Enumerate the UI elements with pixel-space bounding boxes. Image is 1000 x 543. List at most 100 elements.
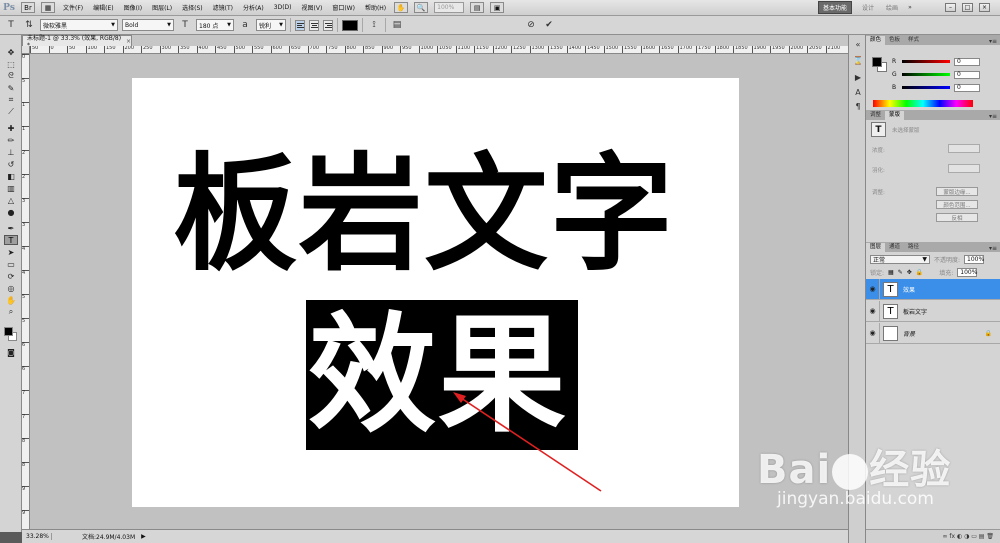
hand-icon[interactable]: ✋ <box>394 2 409 13</box>
font-style-select[interactable]: Bold ▼ <box>122 19 174 31</box>
eyedropper-tool-icon[interactable]: ⟋ <box>4 107 18 117</box>
fill-field[interactable]: 100% <box>957 267 977 277</box>
menu-help[interactable]: 帮助(H) <box>360 3 391 12</box>
color-spectrum-bar[interactable] <box>873 100 973 107</box>
zoom-tool-icon[interactable]: 🔍 <box>414 2 429 13</box>
color-range-button[interactable]: 颜色范围... <box>936 200 978 209</box>
lock-all-icon[interactable]: 🔒 <box>916 269 923 276</box>
vertical-ruler[interactable]: 0 5 1 1 2 2 3 3 4 4 5 5 6 6 7 7 8 8 9 9 <box>22 54 30 529</box>
tab-swatches[interactable]: 色板 <box>885 36 904 45</box>
workspace-more-button[interactable]: » <box>905 1 915 14</box>
lock-pixels-icon[interactable]: ✎ <box>898 269 903 276</box>
lasso-tool-icon[interactable]: ᘓ <box>4 71 18 81</box>
zoom-readout[interactable]: 33.28% <box>26 533 52 540</box>
cancel-edits-icon[interactable]: ⊘ <box>524 19 538 32</box>
layer-footer-actions[interactable]: ∞ fx ◐ ◑ ▭ ▤ 🗑 <box>942 533 994 540</box>
dock-collapse-icon[interactable]: « <box>852 39 864 50</box>
marquee-tool-icon[interactable]: ⬚ <box>4 59 18 69</box>
layer-row-background[interactable]: ◉ 背景 🔒 <box>866 322 1000 344</box>
type-tool-preset-icon[interactable]: T <box>4 19 18 32</box>
lock-position-icon[interactable]: ✥ <box>907 269 912 276</box>
effect-text-layer[interactable]: 效果 <box>308 306 568 446</box>
effect-text-highlight[interactable]: 效果 <box>306 300 578 450</box>
warp-text-icon[interactable]: ⟟ <box>367 19 381 32</box>
3d-camera-icon[interactable]: ◎ <box>4 283 18 293</box>
close-icon[interactable]: × <box>126 38 131 45</box>
document-tab[interactable]: 未标题-1 @ 33.3% (效果, RGB/8) * × <box>22 35 132 49</box>
opacity-field[interactable]: 100% <box>964 254 984 264</box>
path-select-icon[interactable]: ➤ <box>4 247 18 257</box>
crop-tool-icon[interactable]: ⌗ <box>4 95 18 105</box>
pen-tool-icon[interactable]: ✒ <box>4 223 18 233</box>
type-tool-icon[interactable]: T <box>4 235 18 245</box>
eye-icon[interactable]: ◉ <box>866 322 880 344</box>
blue-slider[interactable] <box>902 86 950 89</box>
minibridge-icon[interactable]: ▦ <box>41 2 55 13</box>
workspace-paint-button[interactable]: 绘画 <box>882 1 902 14</box>
actions-panel-icon[interactable]: ▶ <box>852 72 864 83</box>
green-value-field[interactable]: 0 <box>954 70 980 79</box>
arrange-docs-icon[interactable]: ▤ <box>470 2 485 13</box>
tab-styles[interactable]: 样式 <box>904 36 923 45</box>
zoom-level-field[interactable]: 100% <box>434 2 465 13</box>
menu-filter[interactable]: 滤镜(T) <box>208 3 238 12</box>
history-panel-icon[interactable]: ⌛ <box>852 55 864 66</box>
lock-transparent-icon[interactable]: ▦ <box>888 269 894 276</box>
shape-tool-icon[interactable]: ▭ <box>4 259 18 269</box>
ruler-origin[interactable] <box>22 46 30 54</box>
menu-window[interactable]: 窗口(W) <box>327 3 360 12</box>
bridge-icon[interactable]: Br <box>21 2 35 13</box>
quick-select-tool-icon[interactable]: ✎ <box>4 83 18 93</box>
green-slider[interactable] <box>902 73 950 76</box>
align-center-button[interactable] <box>309 19 319 31</box>
character-panel-icon[interactable]: A <box>852 87 864 98</box>
toggle-orientation-icon[interactable]: ⇅ <box>22 19 36 32</box>
mask-edge-button[interactable]: 蒙版边缘... <box>936 187 978 196</box>
menu-3d[interactable]: 3D(D) <box>269 4 297 11</box>
brush-tool-icon[interactable]: ✏ <box>4 135 18 145</box>
gradient-tool-icon[interactable]: ▥ <box>4 183 18 193</box>
screen-mode-icon[interactable]: ▣ <box>490 2 505 13</box>
close-window-button[interactable]: × <box>979 3 990 12</box>
menu-file[interactable]: 文件(F) <box>58 3 88 12</box>
horizontal-ruler[interactable]: 50 0 50 100 150 200 250 300 350 400 450 500 550 600 65… <box>30 46 848 54</box>
hand-tool-icon[interactable]: ✋ <box>4 295 18 305</box>
menu-analysis[interactable]: 分析(A) <box>238 3 269 12</box>
align-right-button[interactable] <box>323 19 333 31</box>
layer-row-effect[interactable]: ◉ T 效果 <box>866 278 1000 300</box>
align-left-button[interactable] <box>295 19 305 31</box>
clone-stamp-icon[interactable]: ⊥ <box>4 147 18 157</box>
blend-mode-select[interactable]: 正常 ▼ <box>870 254 930 264</box>
panel-menu-icon[interactable]: ▾≡ <box>989 38 1000 45</box>
eye-icon[interactable]: ◉ <box>866 300 880 322</box>
minimize-button[interactable]: – <box>945 3 956 12</box>
menu-view[interactable]: 视图(V) <box>297 3 328 12</box>
red-value-field[interactable]: 0 <box>954 57 980 66</box>
workspace-basic-button[interactable]: 基本功能 <box>818 1 852 14</box>
invert-button[interactable]: 反相 <box>936 213 978 222</box>
foreground-color-swatch[interactable] <box>872 57 882 67</box>
text-color-swatch[interactable] <box>342 19 358 31</box>
history-brush-icon[interactable]: ↺ <box>4 159 18 169</box>
dodge-tool-icon[interactable]: ● <box>4 207 18 217</box>
tab-color[interactable]: 颜色 <box>866 36 886 45</box>
move-tool-icon[interactable]: ✥ <box>4 47 18 57</box>
paragraph-panel-icon[interactable]: ¶ <box>852 101 864 112</box>
commit-edits-icon[interactable]: ✔ <box>542 19 556 32</box>
menu-image[interactable]: 图像(I) <box>119 3 147 12</box>
eraser-tool-icon[interactable]: ◧ <box>4 171 18 181</box>
eye-icon[interactable]: ◉ <box>866 278 880 300</box>
menu-layer[interactable]: 图层(L) <box>147 3 177 12</box>
maximize-button[interactable]: □ <box>962 3 973 12</box>
zoom-tool-icon[interactable]: ⌕ <box>4 307 18 317</box>
quick-mask-icon[interactable]: ◙ <box>4 347 18 357</box>
foreground-color-swatch[interactable] <box>4 327 13 336</box>
healing-brush-icon[interactable]: ✚ <box>4 123 18 133</box>
workspace-design-button[interactable]: 设计 <box>858 1 878 14</box>
layer-row-title[interactable]: ◉ T 板岩文字 <box>866 300 1000 322</box>
font-size-select[interactable]: 180 点 ▼ <box>196 19 234 31</box>
antialias-select[interactable]: 锐利 ▼ <box>256 19 286 31</box>
document-canvas[interactable]: 板岩文字 效果 <box>132 78 739 507</box>
font-family-select[interactable]: 微软雅黑 ▼ <box>40 19 118 31</box>
title-text-layer[interactable]: 板岩文字 <box>173 150 702 280</box>
